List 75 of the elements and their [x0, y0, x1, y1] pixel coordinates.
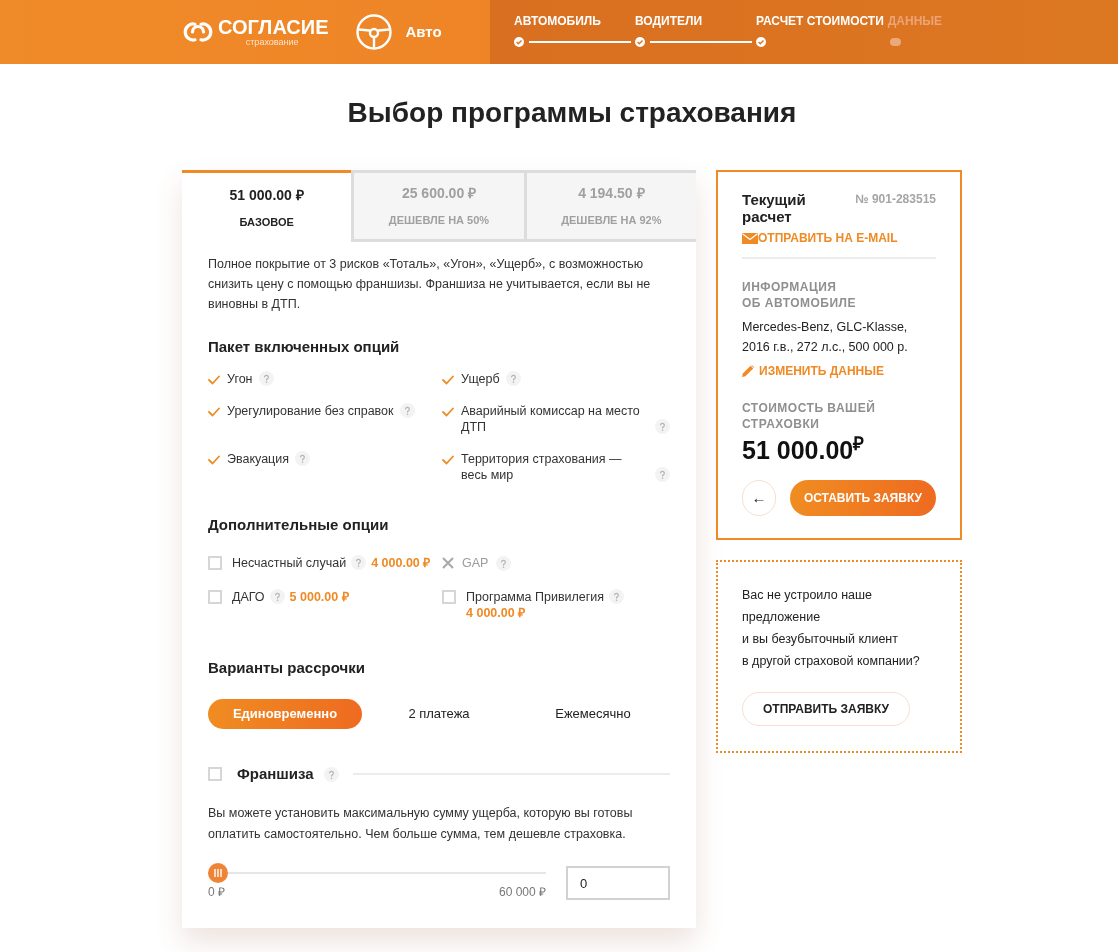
- step-label[interactable]: РАСЧЕТ СТОИМОСТИ: [756, 14, 888, 28]
- program-tab[interactable]: 25 600.00 ₽ ДЕШЕВЛЕ НА 50%: [351, 170, 524, 242]
- franchise-title: Франшиза: [237, 765, 314, 783]
- check-icon: [442, 375, 454, 385]
- step-label[interactable]: ВОДИТЕЛИ: [635, 14, 756, 28]
- help-icon[interactable]: [609, 589, 625, 604]
- grip-icon: [214, 869, 222, 877]
- check-icon: [208, 455, 220, 465]
- section-heading: Дополнительные опции: [208, 516, 390, 534]
- help-icon[interactable]: [269, 589, 285, 604]
- program-description: Полное покрытие от 3 рисков «Тоталь», «Угон», «Ущерб», с возможностью снизить цену с помощью франшизы. Франшиза не учитывается, если вы не виновны в ДТП.: [208, 256, 652, 313]
- option-label: Несчастный случай: [232, 556, 347, 570]
- edit-data-link[interactable]: ИЗМЕНИТЬ ДАННЫЕ: [742, 364, 936, 378]
- option-label: GAP: [462, 555, 489, 571]
- cross-icon: [442, 557, 454, 569]
- check-icon: [208, 375, 220, 385]
- section-heading: Варианты рассрочки: [208, 659, 366, 677]
- check-icon: [442, 407, 454, 417]
- help-icon[interactable]: [655, 467, 670, 482]
- included-option: Аварийный комиссар на место ДТП: [461, 403, 649, 435]
- offer-text: Вас не устроило наше предложение и вы безубыточный клиент в другой страховой компании?: [742, 587, 921, 670]
- summary-title: Текущий расчет: [742, 191, 806, 225]
- cost-heading: СТОИМОСТЬ ВАШЕЙ СТРАХОВКИ: [742, 400, 877, 432]
- page-title: Выбор программы страхования: [346, 96, 798, 130]
- step-label[interactable]: АВТОМОБИЛЬ: [514, 14, 635, 28]
- included-option: Угон: [227, 371, 253, 387]
- included-option: Территория страхования — весь мир: [461, 451, 649, 483]
- included-option: Урегулирование без справок: [227, 403, 394, 419]
- help-icon[interactable]: [655, 419, 670, 434]
- total-cost: 51 000.00$^{₽}$: [742, 434, 866, 466]
- steering-wheel-icon: [356, 14, 393, 50]
- checkbox[interactable]: [442, 590, 456, 604]
- calculation-number: № 901-283515: [855, 191, 936, 208]
- send-request-button[interactable]: ОТПРАВИТЬ ЗАЯВКУ: [742, 692, 911, 726]
- installment-option[interactable]: Ежемесячно: [516, 699, 670, 729]
- franchise-description: Вы можете установить максимальную сумму ущерба, которую вы готовы оплатить самостоятельно. Чем больше сумма, тем дешевле страховка.: [208, 805, 634, 843]
- option-price: 4 000.00 ₽: [466, 606, 526, 620]
- program-tab[interactable]: 4 194.50 ₽ ДЕШЕВЛЕ НА 92%: [523, 170, 696, 242]
- product-label: Авто: [405, 21, 442, 42]
- installment-option[interactable]: Единовременно: [208, 699, 362, 729]
- help-icon[interactable]: [295, 451, 311, 466]
- checkbox[interactable]: [208, 767, 222, 781]
- help-icon[interactable]: [258, 371, 274, 386]
- checkbox[interactable]: [208, 556, 222, 570]
- logo-name: СОГЛАСИЕ: [218, 17, 329, 37]
- help-icon[interactable]: [323, 766, 339, 782]
- option-label: Программа Привилегия: [466, 590, 605, 604]
- check-icon: [208, 407, 220, 417]
- section-heading: Пакет включенных опций: [208, 338, 401, 356]
- back-button[interactable]: ←: [742, 480, 776, 516]
- included-option: Эвакуация: [227, 451, 290, 467]
- logo-rings-icon: [182, 21, 214, 43]
- logo-tagline: страхование: [245, 37, 299, 47]
- slider-max-label: 60 000 ₽: [498, 885, 546, 899]
- slider-min-label: 0 ₽: [208, 885, 225, 899]
- help-icon[interactable]: [399, 403, 415, 418]
- check-icon: [442, 455, 454, 465]
- slider-thumb[interactable]: [208, 863, 228, 883]
- help-icon[interactable]: [351, 555, 367, 570]
- option-label: ДАГО: [232, 590, 265, 604]
- amount-input[interactable]: 0: [566, 866, 670, 900]
- checkbox[interactable]: [208, 590, 222, 604]
- help-icon[interactable]: [505, 371, 521, 386]
- car-info-heading: ИНФОРМАЦИЯ ОБ АВТОМОБИЛЕ: [742, 279, 858, 311]
- help-icon[interactable]: [496, 555, 512, 571]
- email-link[interactable]: ОТПРАВИТЬ НА E-MAIL: [742, 231, 936, 245]
- program-tab[interactable]: 51 000.00 ₽ БАЗОВОЕ: [182, 170, 352, 242]
- pencil-icon: [742, 365, 754, 377]
- option-price: 4 000.00 ₽: [371, 556, 431, 570]
- car-info: Mercedes-Benz, GLC-Klasse, 2016 г.в., 272 л.с., 500 000 р.: [742, 319, 909, 356]
- option-price: 5 000.00 ₽: [289, 590, 349, 604]
- included-option: Ущерб: [461, 371, 500, 387]
- installment-option[interactable]: 2 платежа: [362, 699, 516, 729]
- submit-request-button[interactable]: ОСТАВИТЬ ЗАЯВКУ: [789, 480, 936, 516]
- envelope-icon: [742, 232, 758, 244]
